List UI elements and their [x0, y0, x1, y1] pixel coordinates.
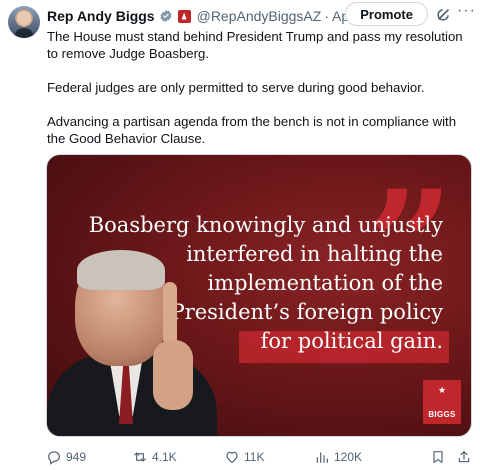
author-name[interactable]: Rep Andy Biggs: [47, 8, 155, 24]
share-button[interactable]: [456, 448, 476, 466]
views-button[interactable]: 120K: [314, 448, 362, 466]
repost-count: 4.1K: [152, 450, 177, 464]
repost-button[interactable]: 4.1K: [132, 448, 177, 466]
repost-icon: [134, 452, 146, 462]
more-options-icon[interactable]: ···: [457, 2, 476, 20]
tweet-paragraph: Federal judges are only permitted to ser…: [47, 80, 425, 95]
tweet-image[interactable]: ” Boasberg knowingly and unjustly interf…: [46, 154, 472, 437]
tweet-paragraph: Advancing a partisan agenda from the ben…: [47, 114, 457, 146]
promote-button[interactable]: Promote: [345, 2, 428, 26]
bookmark-button[interactable]: [430, 448, 450, 466]
star-icon: ★: [437, 385, 447, 395]
heart-icon: [226, 451, 238, 463]
like-button[interactable]: 11K: [224, 448, 264, 466]
bookmark-icon: [433, 451, 443, 463]
reply-icon: [48, 451, 60, 465]
logo-text: BIGGS: [428, 410, 456, 419]
author-handle[interactable]: @RepAndyBiggsAZ: [197, 8, 322, 24]
reply-button[interactable]: 949: [46, 448, 86, 466]
verified-badge-icon: [159, 9, 173, 23]
action-bar: 949 4.1K 11K 120K: [46, 448, 476, 468]
separator-dot: ·: [324, 8, 329, 24]
biggs-logo: ★ BIGGS: [423, 380, 461, 424]
government-affiliation-icon: [177, 9, 191, 23]
tweet-paragraph: The House must stand behind President Tr…: [47, 29, 463, 61]
reply-count: 949: [66, 450, 87, 464]
views-count: 120K: [334, 450, 363, 464]
share-icon: [458, 451, 470, 463]
views-chart-icon: [316, 452, 328, 463]
tweet-text: The House must stand behind President Tr…: [47, 28, 472, 164]
grok-icon[interactable]: [436, 6, 452, 22]
avatar[interactable]: [8, 6, 40, 38]
speaker-photo: [47, 236, 237, 436]
like-count: 11K: [244, 450, 265, 464]
